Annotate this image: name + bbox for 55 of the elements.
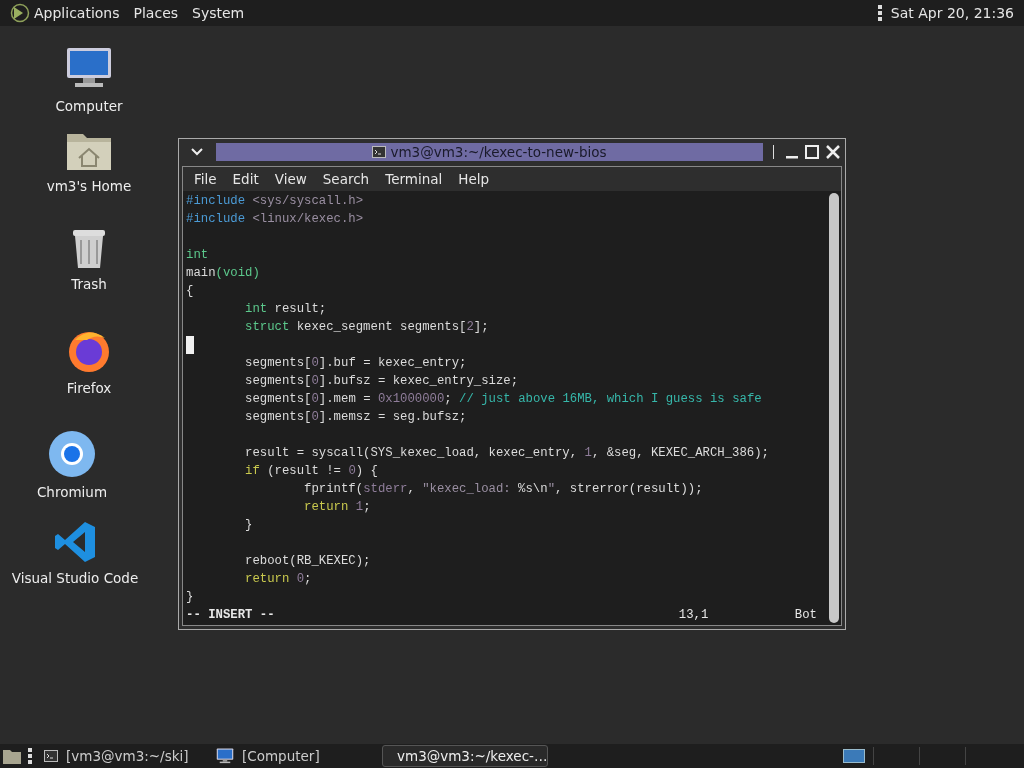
code-line: if (result != 0) {	[244, 463, 378, 480]
menu-item[interactable]: View	[266, 168, 315, 190]
editor-mode: -- INSERT --	[186, 607, 275, 624]
browser-logo-icon	[48, 430, 96, 478]
code-line: {	[186, 283, 194, 300]
code-line: result = syscall(SYS_kexec_load, kexec_entry, 1, &seg, KEXEC_ARCH_386);	[244, 445, 769, 462]
code-line: return 1;	[303, 499, 371, 516]
desktop-icon-label[interactable]: vm3's Home	[46, 176, 132, 197]
maximize-icon[interactable]	[804, 144, 820, 160]
menu-item[interactable]: Help	[450, 168, 498, 190]
code-line: main(void)	[186, 265, 260, 282]
menu-logo-icon	[10, 3, 30, 23]
window-title: vm3@vm3:~/kexec-to-new-bios	[390, 142, 607, 162]
vertical-dots-icon	[28, 748, 32, 764]
code-line: segments[0].memsz = seg.bufsz;	[244, 409, 467, 426]
terminal-icon	[44, 750, 58, 762]
taskbar-item[interactable]: [vm3@vm3:~/ski]	[38, 745, 204, 767]
show-desktop-icon[interactable]	[2, 747, 22, 765]
panel-menu[interactable]: Places	[133, 2, 179, 24]
code-line: int result;	[244, 301, 327, 318]
code-line: int	[186, 247, 209, 264]
desktop-icon-label[interactable]: Visual Studio Code	[11, 568, 139, 589]
desktop-icon-label[interactable]: Computer	[55, 96, 123, 117]
taskbar-item[interactable]: vm3@vm3:~/kexec-…	[382, 745, 548, 767]
desktop-icon-label[interactable]: Trash	[71, 274, 107, 295]
code-line: fprintf(stderr, "kexec_load: %s\n", strerror(result));	[303, 481, 703, 498]
panel-menu[interactable]: Applications	[34, 2, 120, 24]
code-editor-logo-icon	[53, 520, 97, 564]
scroll-position: Bot	[794, 607, 817, 624]
menu-item[interactable]: Terminal	[377, 168, 451, 190]
menu-item[interactable]: Search	[314, 168, 378, 190]
desktop-icon-label[interactable]: Firefox	[66, 378, 112, 399]
menu-item[interactable]: Edit	[224, 168, 267, 190]
code-line: return 0;	[244, 571, 312, 588]
monitor-icon	[216, 747, 234, 765]
close-icon[interactable]	[824, 144, 842, 160]
code-line: struct kexec_segment segments[2];	[244, 319, 489, 336]
code-line: segments[0].buf = kexec_entry;	[244, 355, 467, 372]
terminal-icon	[372, 146, 387, 158]
code-line: reboot(RB_KEXEC);	[244, 553, 371, 570]
scrollbar[interactable]	[829, 193, 839, 623]
panel-menu[interactable]: System	[192, 2, 245, 24]
code-line: }	[244, 517, 253, 534]
code-line: #include <linux/kexec.h>	[186, 211, 364, 228]
menu-item[interactable]: File	[186, 168, 225, 190]
text-cursor	[186, 336, 194, 354]
cursor-position: 13,1	[678, 607, 710, 624]
code-line: segments[0].mem = 0x1000000; // just above 16MB, which I guess is safe	[244, 391, 762, 408]
taskbar-item[interactable]: [Computer]	[210, 745, 376, 767]
code-line: #include <sys/syscall.h>	[186, 193, 364, 210]
code-line: }	[186, 589, 194, 606]
clock[interactable]: Sat Apr 20, 21:36	[890, 2, 1014, 24]
vertical-dots-icon[interactable]	[876, 5, 883, 21]
desktop-icon-label[interactable]: Chromium	[36, 482, 108, 503]
code-line: segments[0].bufsz = kexec_entry_size;	[244, 373, 519, 390]
